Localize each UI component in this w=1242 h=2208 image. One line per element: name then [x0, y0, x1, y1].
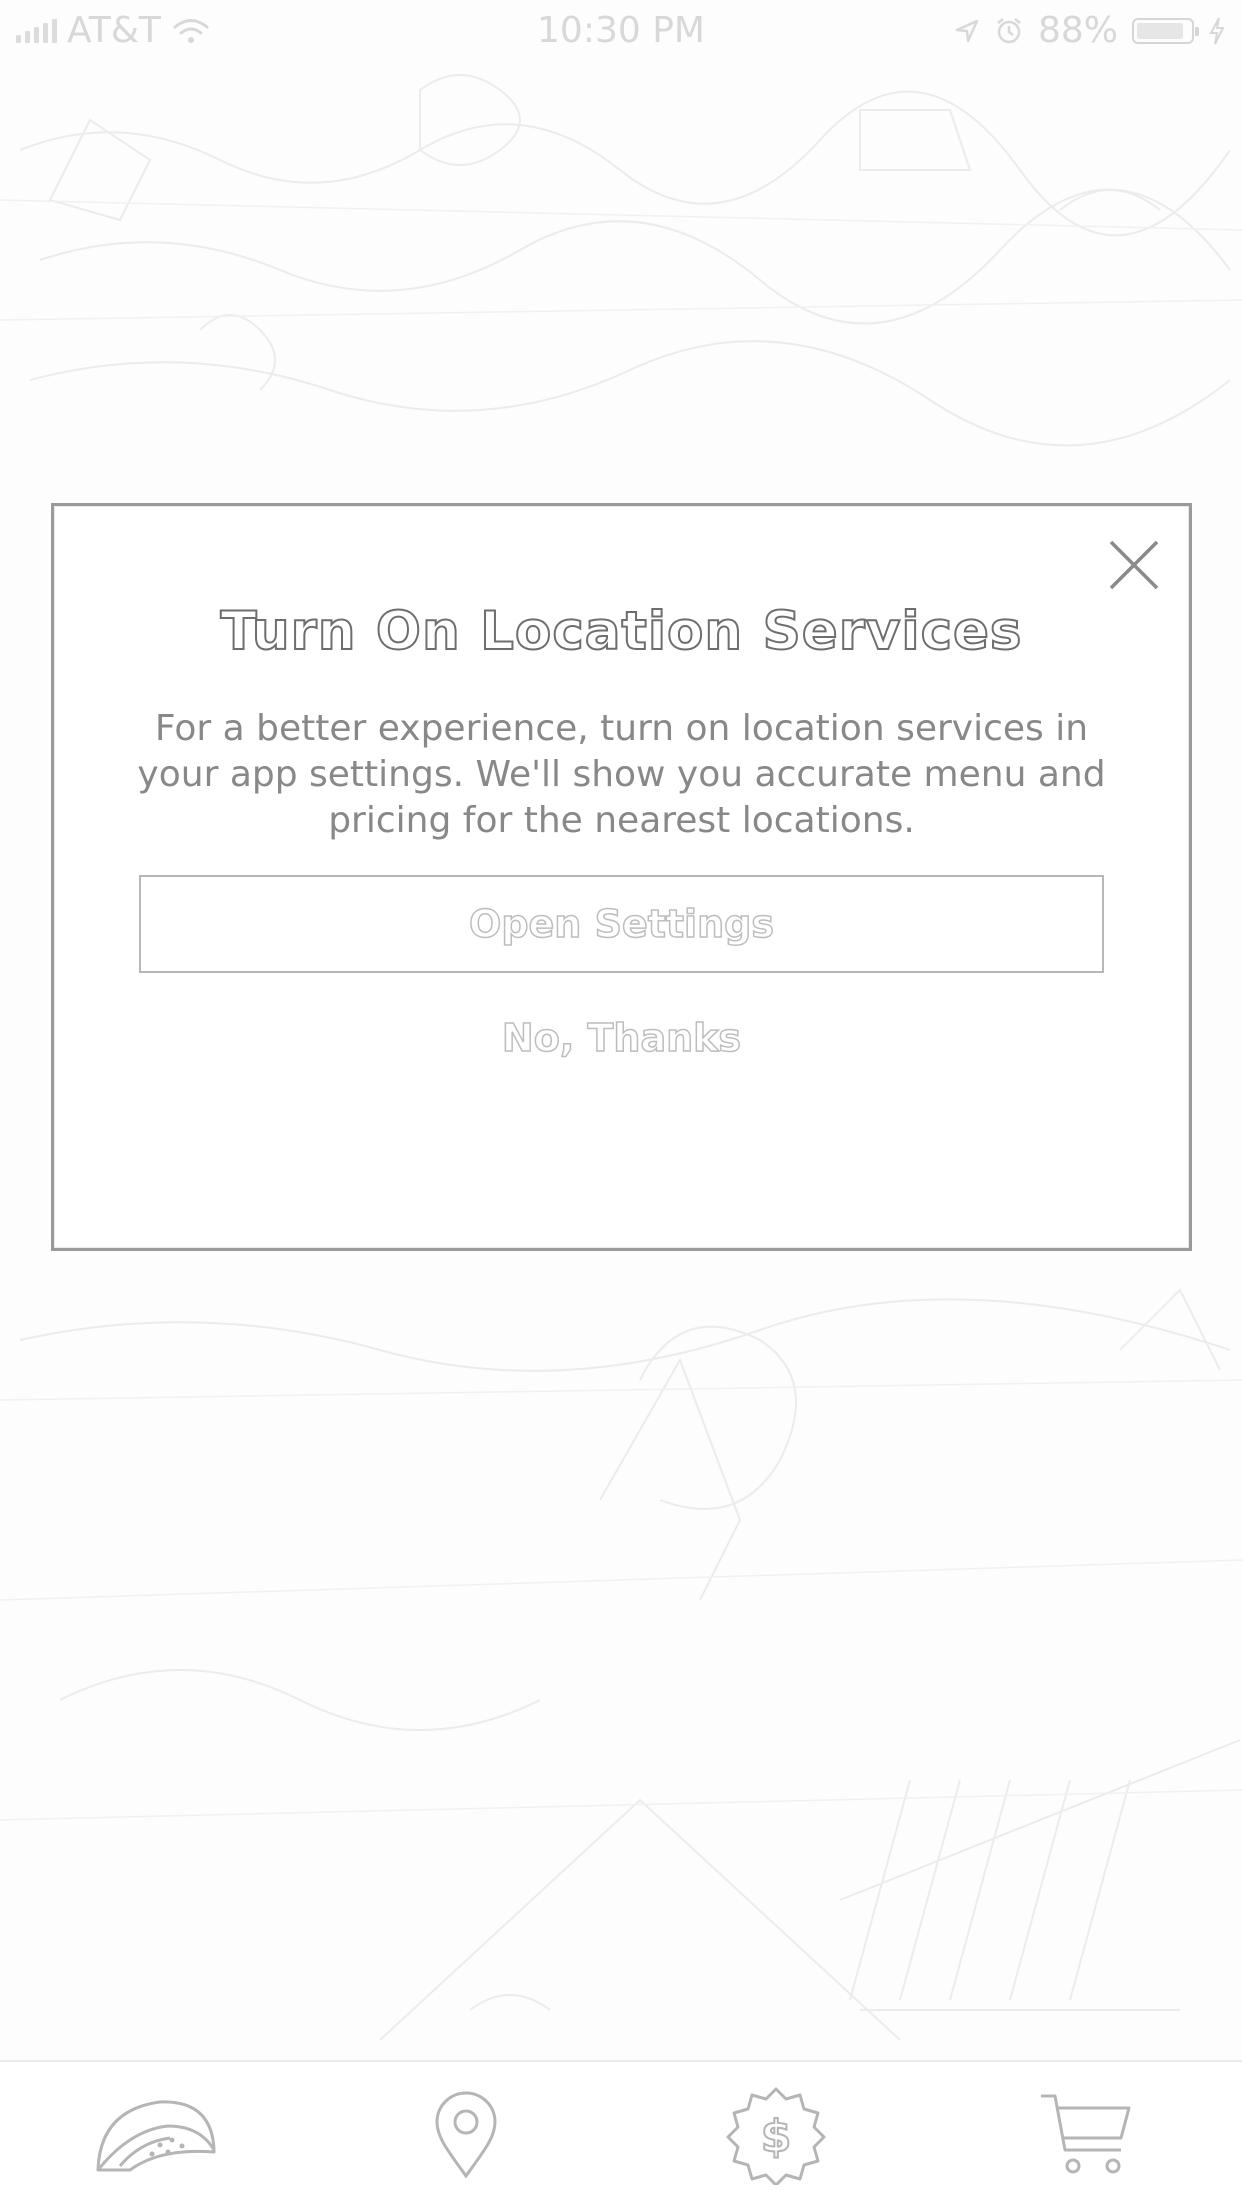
- tab-menu[interactable]: [75, 2075, 235, 2195]
- battery-percent: 88%: [1037, 10, 1118, 51]
- charging-icon: [1209, 17, 1225, 44]
- location-arrow-icon: [955, 19, 979, 42]
- close-icon[interactable]: [1105, 536, 1163, 594]
- dollar-badge-icon: $: [726, 2087, 826, 2185]
- app-screen: AT&T 10:30 PM 88% Turn On Location Servi…: [0, 0, 1242, 2208]
- tab-locations[interactable]: [386, 2075, 546, 2195]
- status-bar: AT&T 10:30 PM 88%: [0, 0, 1242, 60]
- battery-icon: [1132, 17, 1199, 44]
- tab-bar: $: [0, 2060, 1242, 2208]
- tab-deals[interactable]: $: [696, 2075, 856, 2195]
- tab-cart[interactable]: [1007, 2075, 1167, 2195]
- open-settings-button[interactable]: Open Settings: [139, 875, 1104, 973]
- modal-message: For a better experience, turn on locatio…: [137, 708, 1106, 841]
- location-services-modal: Turn On Location Services For a better e…: [51, 503, 1192, 1251]
- no-thanks-button[interactable]: No, Thanks: [54, 1015, 1189, 1061]
- cart-icon: [1040, 2094, 1131, 2174]
- svg-text:$: $: [761, 2111, 792, 2162]
- alarm-icon: [997, 17, 1021, 43]
- modal-title: Turn On Location Services: [220, 600, 1023, 663]
- status-right-group: 88%: [954, 10, 1226, 51]
- taco-icon: [96, 2100, 216, 2172]
- location-pin-icon: [435, 2091, 497, 2179]
